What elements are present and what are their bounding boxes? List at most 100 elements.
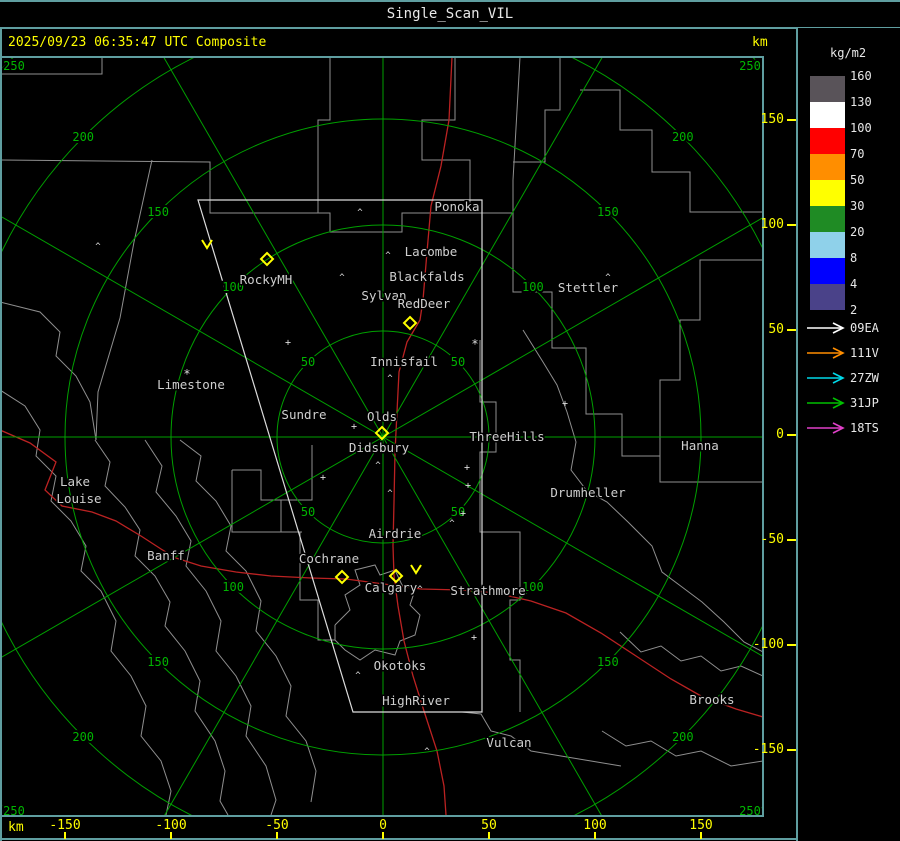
county-boundary bbox=[513, 58, 561, 163]
ring-distance-label: 150 bbox=[597, 205, 619, 219]
ring-distance-label: 50 bbox=[451, 355, 465, 369]
county-boundary bbox=[470, 58, 521, 214]
bottom-axis-tick bbox=[594, 832, 596, 839]
town-caret-marker: ^ bbox=[424, 747, 430, 757]
scale-swatch bbox=[810, 180, 845, 206]
radar-map-panel: 50 50 50 50 100 100 100 100 150 150 150 150 200 200 20… bbox=[0, 56, 764, 817]
place-label: Olds bbox=[367, 409, 397, 424]
scale-value-label: 70 bbox=[850, 147, 865, 161]
ring-distance-label: 250 bbox=[3, 804, 25, 815]
town-caret-marker: ^ bbox=[339, 273, 345, 283]
ring-distance-label: 100 bbox=[522, 280, 544, 294]
ring-distance-label: 250 bbox=[739, 59, 761, 73]
right-axis-tick bbox=[787, 749, 796, 751]
bottom-axis-tick-label: 0 bbox=[379, 818, 387, 833]
scale-value-label: 130 bbox=[850, 95, 872, 109]
scale-value-label: 100 bbox=[850, 121, 872, 135]
bottom-axis-unit: km bbox=[8, 820, 24, 835]
place-label: Sundre bbox=[281, 407, 326, 422]
scale-swatch bbox=[810, 258, 845, 284]
place-label: Lake bbox=[60, 474, 90, 489]
bottom-axis-tick-label: -100 bbox=[155, 818, 187, 833]
place-label: RedDeer bbox=[398, 296, 451, 311]
place-label: Airdrie bbox=[369, 526, 422, 541]
radar-arrow-icon bbox=[807, 347, 845, 359]
town-plus-marker: + bbox=[464, 463, 470, 474]
radar-arrow-icon bbox=[807, 322, 845, 334]
place-label: Innisfail bbox=[370, 354, 438, 369]
right-axis-tick-label: 150 bbox=[760, 112, 784, 127]
right-axis-tick-label: -100 bbox=[752, 637, 784, 652]
bottom-axis-tick bbox=[700, 832, 702, 839]
storm-motion-arrow bbox=[410, 564, 422, 575]
town-caret-marker: ^ bbox=[375, 461, 381, 471]
place-label: RockyMH bbox=[240, 272, 293, 287]
county-boundary bbox=[95, 159, 153, 441]
scale-swatch bbox=[810, 102, 845, 128]
right-axis-tick bbox=[787, 329, 796, 331]
radar-id-label: 18TS bbox=[850, 421, 879, 435]
scale-value-label: 20 bbox=[850, 225, 865, 239]
ring-distance-label: 150 bbox=[147, 205, 169, 219]
right-axis-tick-label: 50 bbox=[768, 322, 784, 337]
ring-distance-label: 200 bbox=[672, 130, 694, 144]
county-boundary bbox=[317, 58, 331, 213]
radar-arrow-icon bbox=[807, 372, 845, 384]
county-boundary bbox=[179, 439, 317, 803]
radar-application-window: Single_Scan_VIL 2025/09/23 06:35:47 UTC … bbox=[0, 0, 900, 841]
place-label: Ponoka bbox=[434, 199, 479, 214]
town-caret-marker: ^ bbox=[387, 489, 393, 499]
ring-distance-label: 50 bbox=[301, 505, 315, 519]
radar-id-label: 111V bbox=[850, 346, 879, 360]
legend-unit-label: kg/m2 bbox=[830, 46, 867, 60]
county-boundary bbox=[2, 301, 97, 441]
ring-distance-label: 150 bbox=[597, 655, 619, 669]
scale-value-label: 2 bbox=[850, 303, 858, 317]
scale-swatch bbox=[810, 128, 845, 154]
place-label: Hanna bbox=[681, 438, 719, 453]
town-plus-marker: + bbox=[471, 633, 477, 644]
bottom-axis-tick-label: 150 bbox=[689, 818, 713, 833]
bottom-axis-tick-label: 50 bbox=[481, 818, 497, 833]
place-label: Calgary bbox=[365, 580, 418, 595]
place-label: Brooks bbox=[689, 692, 734, 707]
right-axis-tick bbox=[787, 119, 796, 121]
town-plus-marker: + bbox=[465, 481, 471, 492]
town-plus-marker: + bbox=[320, 473, 326, 484]
place-label: ThreeHills bbox=[469, 429, 544, 444]
ring-distance-label: 200 bbox=[72, 730, 94, 744]
storm-cell-marker bbox=[402, 315, 418, 331]
storm-cell-marker bbox=[334, 569, 350, 585]
bottom-axis-tick bbox=[488, 832, 490, 839]
storm-motion-arrow bbox=[201, 239, 213, 250]
right-axis-tick bbox=[787, 224, 796, 226]
town-caret-marker: ^ bbox=[387, 374, 393, 384]
bottom-axis-tick bbox=[64, 832, 66, 839]
right-axis-tick bbox=[787, 434, 796, 436]
town-caret-marker: ^ bbox=[605, 273, 611, 283]
frame-titlebar-line bbox=[0, 27, 900, 29]
scale-swatch bbox=[810, 154, 845, 180]
town-plus-marker: + bbox=[351, 422, 357, 433]
town-plus-marker: + bbox=[460, 509, 466, 520]
place-label: Lacombe bbox=[405, 244, 458, 259]
town-plus-marker: + bbox=[562, 399, 568, 410]
highway-line bbox=[2, 430, 762, 718]
legend-panel: kg/m2 160 130 100 70 50 30 20 8 4 2 09EA 111V 27ZW 3… bbox=[798, 28, 900, 841]
right-axis-tick-label: 100 bbox=[760, 217, 784, 232]
frame-bottom-line bbox=[0, 838, 798, 840]
county-boundary bbox=[299, 532, 335, 641]
right-axis-tick bbox=[787, 644, 796, 646]
right-axis-unit: km bbox=[752, 35, 768, 50]
place-label: Cochrane bbox=[299, 551, 359, 566]
radar-id-label: 31JP bbox=[850, 396, 879, 410]
place-label: Strathmore bbox=[450, 583, 525, 598]
ring-distance-label: 250 bbox=[3, 59, 25, 73]
scale-value-label: 50 bbox=[850, 173, 865, 187]
county-boundary bbox=[232, 469, 281, 501]
scale-swatch bbox=[810, 76, 845, 102]
ring-distance-label: 50 bbox=[301, 355, 315, 369]
town-plus-marker: + bbox=[285, 338, 291, 349]
bottom-axis-tick-label: -50 bbox=[265, 818, 289, 833]
scale-value-label: 4 bbox=[850, 277, 858, 291]
